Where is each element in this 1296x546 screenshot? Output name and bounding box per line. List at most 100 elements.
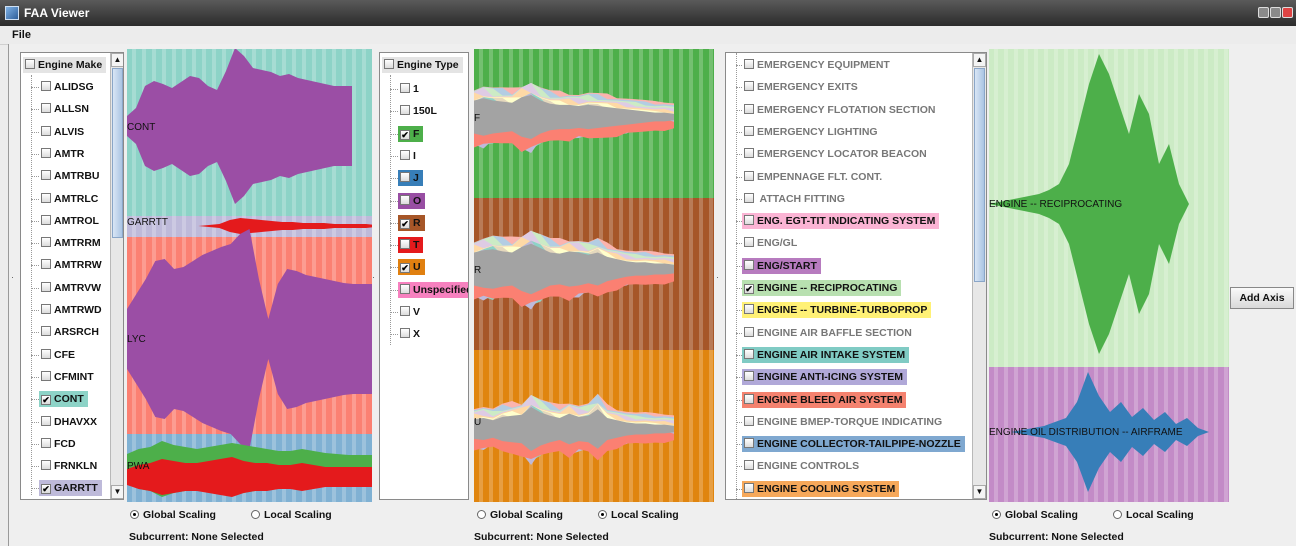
checkbox[interactable]: [744, 415, 754, 426]
engine-make-item[interactable]: ARSRCH: [31, 322, 103, 342]
checkbox[interactable]: ✔: [744, 284, 754, 294]
system-item[interactable]: ENGINE CONTROLS: [736, 456, 863, 476]
engine-make-item[interactable]: ✔ CONT: [31, 389, 88, 409]
checkbox[interactable]: [41, 281, 51, 292]
checkbox[interactable]: [41, 415, 51, 426]
engine-make-item[interactable]: AMTRVW: [31, 278, 105, 298]
system-item[interactable]: ENGINE ANTI-ICING SYSTEM: [736, 367, 908, 387]
engine-type-item[interactable]: T: [390, 235, 424, 255]
engine-make-item[interactable]: FRNKLN: [31, 456, 101, 476]
system-item[interactable]: EMERGENCY EXITS: [736, 77, 862, 97]
checkbox[interactable]: [41, 326, 51, 337]
engine-type-item[interactable]: Unspecified: [390, 280, 468, 300]
engine-type-item[interactable]: X: [390, 324, 424, 344]
checkbox[interactable]: [744, 326, 754, 337]
add-axis-button[interactable]: Add Axis: [1230, 287, 1294, 309]
checkbox[interactable]: ✔: [400, 263, 410, 274]
system-item[interactable]: ✔ ENGINE -- RECIPROCATING: [736, 278, 902, 298]
checkbox[interactable]: [400, 105, 410, 116]
engine-type-item[interactable]: 1: [390, 79, 423, 99]
global-scaling-radio-2[interactable]: Global Scaling: [477, 509, 563, 521]
engine-type-item[interactable]: 150L: [390, 101, 441, 121]
engine-type-item[interactable]: ✔ U: [390, 257, 425, 277]
checkbox[interactable]: [744, 215, 754, 226]
scroll-down-arrow[interactable]: ▼: [973, 485, 986, 499]
checkbox[interactable]: [41, 214, 51, 225]
engine-make-item[interactable]: AMTRBU: [31, 166, 104, 186]
checkbox[interactable]: [744, 125, 754, 136]
checkbox[interactable]: [41, 370, 51, 381]
minimize-button[interactable]: [1258, 7, 1269, 18]
checkbox[interactable]: [744, 438, 754, 449]
system-item[interactable]: ENGINE COOLING SYSTEM: [736, 479, 900, 499]
global-scaling-radio-3[interactable]: Global Scaling: [992, 509, 1078, 521]
checkbox[interactable]: [384, 59, 394, 69]
system-item[interactable]: ENGINE -- TURBINE-TURBOPROP: [736, 300, 932, 320]
engine-make-item[interactable]: FCD: [31, 434, 80, 454]
engine-make-header[interactable]: Engine Make: [23, 55, 107, 75]
system-item[interactable]: ENGINE AIR INTAKE SYSTEM: [736, 345, 910, 365]
engine-type-item[interactable]: ✔ R: [390, 213, 425, 233]
system-item[interactable]: EMERGENCY EQUIPMENT: [736, 55, 894, 75]
checkbox[interactable]: [744, 259, 754, 270]
menu-file[interactable]: File: [12, 29, 31, 41]
engine-make-item[interactable]: ALLSN: [31, 99, 93, 119]
close-button[interactable]: [1282, 7, 1293, 18]
system-item[interactable]: ENGINE COLLECTOR-TAILPIPE-NOZZLE: [736, 434, 965, 454]
scroll-thumb[interactable]: [112, 68, 123, 238]
engine-make-item[interactable]: ALVIS: [31, 122, 88, 142]
scroll-thumb[interactable]: [974, 68, 985, 282]
checkbox[interactable]: [400, 328, 410, 339]
engine-type-streamgraph[interactable]: F R U: [474, 49, 714, 502]
checkbox[interactable]: [744, 393, 754, 404]
system-item[interactable]: ENG/GL: [736, 233, 801, 253]
engine-make-item[interactable]: AMTR: [31, 144, 88, 164]
system-item[interactable]: ENGINE AIR BAFFLE SECTION: [736, 323, 916, 343]
system-item[interactable]: ENGINE BLEED AIR SYSTEM: [736, 390, 907, 410]
checkbox[interactable]: [744, 482, 754, 493]
checkbox[interactable]: [41, 192, 51, 203]
engine-make-item[interactable]: CFMINT: [31, 367, 98, 387]
checkbox[interactable]: [744, 348, 754, 359]
checkbox[interactable]: [400, 306, 410, 316]
checkbox[interactable]: [400, 194, 410, 205]
checkbox[interactable]: [744, 59, 754, 69]
scroll-down-arrow[interactable]: ▼: [111, 485, 123, 499]
scroll-up-arrow[interactable]: ▲: [973, 53, 986, 67]
system-streamgraph[interactable]: ENGINE -- RECIPROCATING ENGINE OIL DISTRI…: [989, 49, 1229, 502]
engine-make-item[interactable]: AMTRRW: [31, 255, 106, 275]
local-scaling-radio-1[interactable]: Local Scaling: [251, 509, 332, 521]
engine-make-item[interactable]: AMTROL: [31, 211, 103, 231]
checkbox[interactable]: ✔: [41, 484, 51, 495]
checkbox[interactable]: [744, 148, 754, 159]
engine-type-header[interactable]: Engine Type: [382, 55, 463, 75]
system-item[interactable]: ENG. EGT-TIT INDICATING SYSTEM: [736, 211, 940, 231]
checkbox[interactable]: [25, 59, 35, 69]
checkbox[interactable]: [400, 283, 410, 294]
local-scaling-radio-2[interactable]: Local Scaling: [598, 509, 679, 521]
checkbox[interactable]: [400, 239, 410, 250]
system-item[interactable]: EMPENNAGE FLT. CONT.: [736, 167, 886, 187]
maximize-button[interactable]: [1270, 7, 1281, 18]
checkbox[interactable]: [41, 259, 51, 270]
checkbox[interactable]: [744, 237, 754, 248]
scroll-up-arrow[interactable]: ▲: [111, 53, 123, 67]
checkbox[interactable]: [41, 437, 51, 448]
engine-make-item[interactable]: AMTRLC: [31, 189, 102, 209]
system-item[interactable]: ENG/START: [736, 256, 821, 276]
engine-make-streamgraph[interactable]: CONT GARRTT LYC PWA: [127, 49, 372, 502]
checkbox[interactable]: [41, 237, 51, 248]
checkbox[interactable]: [744, 103, 754, 114]
checkbox[interactable]: [41, 304, 51, 314]
engine-make-item[interactable]: AMTRRM: [31, 233, 105, 253]
checkbox[interactable]: [744, 304, 754, 315]
checkbox[interactable]: [41, 125, 51, 136]
local-scaling-radio-3[interactable]: Local Scaling: [1113, 509, 1194, 521]
engine-type-item[interactable]: J: [390, 168, 423, 188]
engine-make-scrollbar[interactable]: ▲ ▼: [110, 53, 123, 499]
system-item[interactable]: ATTACH FITTING: [736, 189, 849, 209]
global-scaling-radio-1[interactable]: Global Scaling: [130, 509, 216, 521]
checkbox[interactable]: ✔: [400, 218, 410, 229]
system-item[interactable]: ENGINE BMEP-TORQUE INDICATING: [736, 412, 946, 432]
checkbox[interactable]: ✔: [41, 395, 51, 406]
